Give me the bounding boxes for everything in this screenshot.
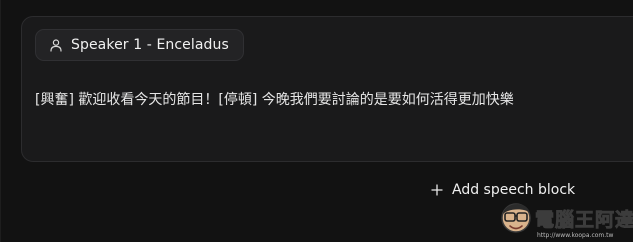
app-window: Speaker 1 - Enceladus [興奮] 歡迎收看今天的節目！[停頓… [0, 0, 633, 242]
speaker-select-button[interactable]: Speaker 1 - Enceladus [35, 29, 244, 61]
svg-text:電腦王阿達: 電腦王阿達 [535, 208, 633, 231]
plus-icon [431, 184, 443, 196]
watermark-logo: 電腦王阿達 http://www.koopa.com.tw [501, 203, 633, 239]
svg-text:http://www.koopa.com.tw: http://www.koopa.com.tw [537, 232, 614, 239]
speech-block-card: Speaker 1 - Enceladus [興奮] 歡迎收看今天的節目！[停頓… [21, 16, 633, 162]
speaker-label: Speaker 1 - Enceladus [71, 37, 229, 53]
user-icon [50, 39, 62, 52]
speech-text-editor[interactable]: [興奮] 歡迎收看今天的節目！[停頓] 今晚我們要討論的是要如何活得更加快樂 [35, 90, 514, 110]
